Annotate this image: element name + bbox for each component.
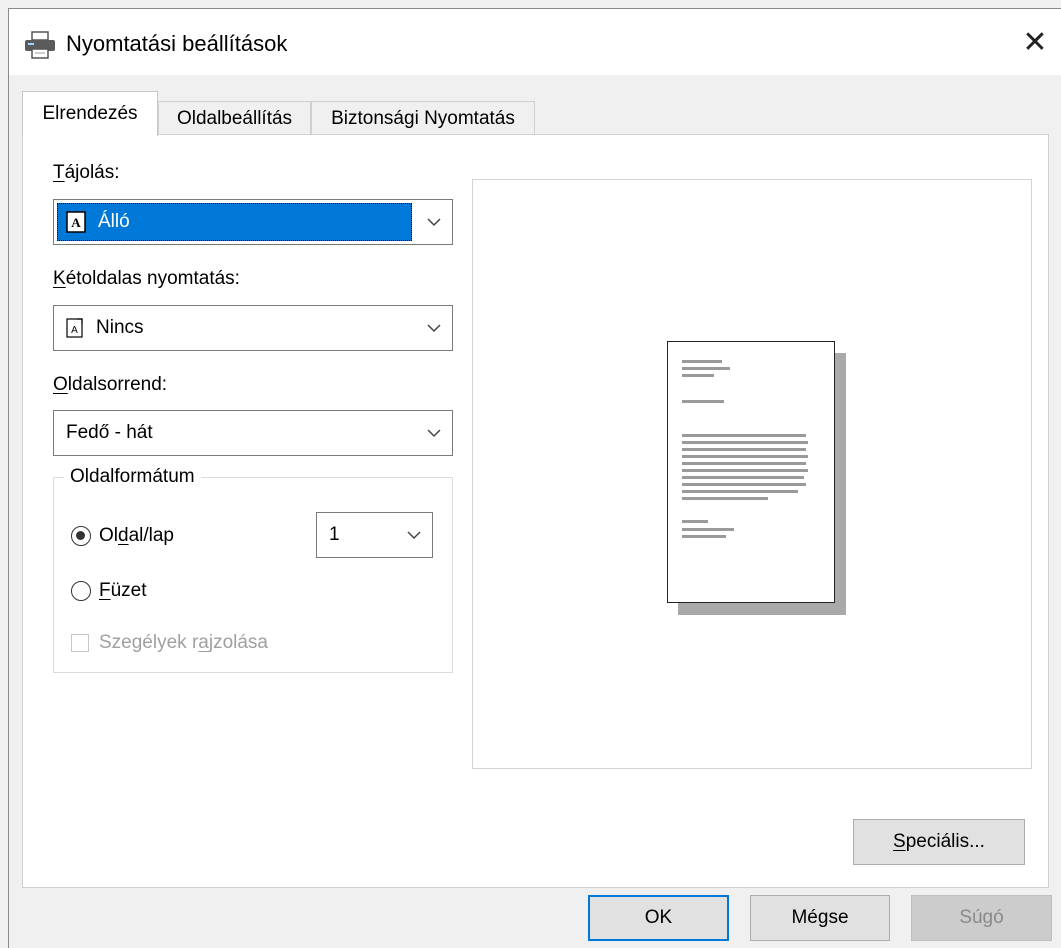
printer-icon	[25, 31, 55, 59]
page-preview-thumbnail	[667, 341, 835, 603]
preview-text-line	[682, 476, 804, 479]
portrait-page-icon: A	[66, 211, 86, 233]
close-icon: ✕	[1022, 25, 1048, 59]
tab-layout[interactable]: Elrendezés	[22, 91, 158, 136]
ok-button[interactable]: OK	[588, 895, 729, 941]
tab-secure-print[interactable]: Biztonsági Nyomtatás	[311, 101, 535, 135]
preview-text-line	[682, 528, 734, 531]
svg-text:A: A	[71, 325, 78, 336]
preview-text-line	[682, 483, 806, 486]
orientation-label: Tájolás:	[53, 162, 120, 183]
preview-text-line	[682, 374, 714, 377]
duplex-label: Kétoldalas nyomtatás:	[53, 268, 240, 289]
title-bar: Nyomtatási beállítások ✕	[9, 9, 1061, 75]
chevron-down-icon	[427, 429, 441, 438]
help-button: Súgó	[911, 895, 1052, 941]
close-button[interactable]: ✕	[1009, 9, 1061, 75]
preview-text-line	[682, 469, 808, 472]
page-order-value: Fedő - hát	[66, 422, 153, 443]
preview-text-line	[682, 400, 724, 403]
duplex-page-icon: A	[66, 318, 83, 338]
booklet-label[interactable]: Füzet	[99, 579, 147, 603]
chevron-down-icon	[427, 218, 441, 227]
svg-text:A: A	[71, 215, 81, 230]
preview-text-line	[682, 448, 806, 451]
preview-text-line	[682, 520, 708, 523]
duplex-dropdown[interactable]: A Nincs	[53, 305, 453, 351]
page-order-dropdown[interactable]: Fedő - hát	[53, 410, 453, 456]
preview-text-line	[682, 455, 808, 458]
tab-page-setup[interactable]: Oldalbeállítás	[158, 101, 311, 135]
orientation-value: A Álló	[66, 200, 130, 244]
page-format-group-title: Oldalformátum	[64, 465, 201, 489]
preview-text-line	[682, 434, 806, 437]
preview-text-line	[682, 367, 730, 370]
pages-per-sheet-radio[interactable]	[71, 526, 91, 546]
chevron-down-icon	[427, 324, 441, 333]
preview-text-line	[682, 497, 768, 500]
chevron-down-icon	[407, 531, 421, 540]
window-title: Nyomtatási beállítások	[66, 31, 288, 56]
preview-text-line	[682, 360, 722, 363]
draw-borders-checkbox[interactable]	[71, 634, 89, 652]
preview-text-line	[682, 462, 806, 465]
pages-per-sheet-dropdown[interactable]: 1	[316, 512, 433, 558]
advanced-button[interactable]: Speciális...	[853, 819, 1025, 865]
page-order-label: Oldalsorrend:	[53, 374, 168, 395]
booklet-radio[interactable]	[71, 581, 91, 601]
pages-per-sheet-value: 1	[329, 524, 340, 545]
draw-borders-label: Szegélyek rajzolása	[99, 632, 269, 653]
duplex-value: A Nincs	[66, 306, 144, 350]
cancel-button[interactable]: Mégse	[750, 895, 890, 941]
print-settings-dialog: Nyomtatási beállítások ✕ Elrendezés Olda…	[8, 8, 1061, 948]
preview-text-line	[682, 490, 798, 493]
preview-text-line	[682, 441, 808, 444]
orientation-dropdown[interactable]: A Álló	[53, 199, 453, 245]
preview-text-line	[682, 535, 726, 538]
pages-per-sheet-label[interactable]: Oldal/lap	[99, 524, 174, 548]
